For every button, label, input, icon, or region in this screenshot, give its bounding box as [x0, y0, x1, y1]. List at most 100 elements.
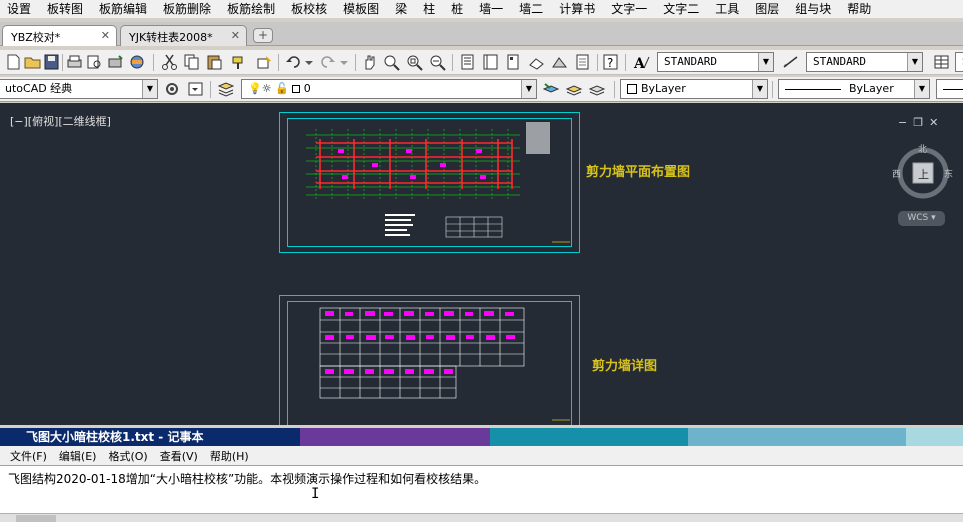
new-file-icon[interactable]	[4, 53, 23, 71]
markup-icon[interactable]	[550, 53, 569, 71]
wall-details-drawing	[319, 307, 570, 421]
menu-item[interactable]: 文字二	[656, 0, 708, 18]
sheet-title-wall-details: 剪力墙详图	[592, 359, 658, 374]
menu-item[interactable]: 图层	[748, 0, 788, 18]
table-style-icon[interactable]	[932, 53, 951, 71]
menu-item[interactable]: 板筋删除	[156, 0, 220, 18]
layer-properties-icon[interactable]	[217, 80, 236, 98]
zoom-previous-icon[interactable]	[428, 53, 447, 71]
menu-item[interactable]: 计算书	[552, 0, 604, 18]
viewport-label[interactable]: [−][俯视][二维线框]	[10, 113, 111, 129]
copy-icon[interactable]	[182, 53, 201, 71]
horizontal-scrollbar[interactable]	[0, 513, 963, 522]
match-properties-icon[interactable]	[230, 53, 249, 71]
color-swatch	[627, 84, 637, 94]
layer-states-icon[interactable]	[588, 80, 607, 98]
menu-item[interactable]: 板筋绘制	[220, 0, 284, 18]
undo-dropdown-icon[interactable]	[300, 53, 319, 71]
close-icon[interactable]: ✕	[231, 29, 240, 42]
zoom-window-icon[interactable]	[405, 53, 424, 71]
tab-label: YBZ校对*	[11, 31, 61, 44]
zoom-realtime-icon[interactable]	[382, 53, 401, 71]
notepad-content[interactable]: 飞图结构2020-01-18增加“大小暗柱校核”功能。本视频演示操作过程和如何看…	[8, 470, 486, 487]
notepad-menu-item[interactable]: 帮助(H)	[210, 448, 249, 464]
save-icon[interactable]	[42, 53, 61, 71]
paste-icon[interactable]	[205, 53, 224, 71]
table-style-select[interactable]: S	[955, 52, 963, 72]
workspace-select[interactable]: utoCAD 经典 ▼	[0, 79, 158, 99]
tool-palettes-icon[interactable]	[504, 53, 523, 71]
minimize-icon[interactable]: −	[898, 116, 907, 129]
notepad-menu-item[interactable]: 查看(V)	[160, 448, 198, 464]
menu-item[interactable]: 柱	[416, 0, 444, 18]
color-select[interactable]: ByLayer ▼	[620, 79, 768, 99]
tab-ybz-check[interactable]: YBZ校对* ✕	[2, 25, 117, 46]
menu-item[interactable]: 文字一	[604, 0, 656, 18]
menu-item[interactable]: 模板图	[336, 0, 388, 18]
menu-bar: 设置 板转图 板筋编辑 板筋删除 板筋绘制 板校核 模板图梁柱桩墙一 墙二 计算书 文字一 文字二工…	[0, 0, 963, 18]
scroll-thumb[interactable]	[16, 515, 56, 522]
notepad-menu-item[interactable]: 格式(O)	[108, 448, 147, 464]
svg-text:A: A	[633, 56, 646, 71]
menu-item[interactable]: 组与块	[788, 0, 840, 18]
notepad-menu-item[interactable]: 文件(F)	[10, 448, 47, 464]
menu-item[interactable]: 桩	[444, 0, 472, 18]
block-editor-icon[interactable]	[255, 53, 274, 71]
workspace-dropdown-icon[interactable]	[186, 80, 205, 98]
help-icon[interactable]: ?	[601, 53, 620, 71]
menu-item[interactable]: 墙一	[472, 0, 512, 18]
compass-west[interactable]: 西	[892, 167, 901, 180]
compass-east[interactable]: 东	[944, 167, 953, 180]
viewcube[interactable]: 北 西 东 上	[892, 142, 953, 203]
notepad-text-area[interactable]: 飞图结构2020-01-18增加“大小暗柱校核”功能。本视频演示操作过程和如何看…	[0, 465, 963, 513]
linetype-select[interactable]: ByLayer ▼	[778, 79, 930, 99]
dimension-style-icon[interactable]	[782, 53, 801, 71]
notepad-menu-bar: 文件(F) 编辑(E) 格式(O) 查看(V) 帮助(H)	[0, 446, 963, 465]
print-preview-icon[interactable]	[85, 53, 104, 71]
standard-toolbar: ? A STANDARD▼ STANDARD▼ S	[0, 50, 963, 75]
menu-item[interactable]: 板校核	[284, 0, 336, 18]
workspace-settings-icon[interactable]	[163, 80, 182, 98]
make-object-layer-current-icon[interactable]	[542, 80, 561, 98]
tab-label: YJK转柱表2008*	[129, 31, 213, 44]
restore-icon[interactable]: ❐	[913, 116, 923, 129]
document-tab-bar: YBZ校对* ✕ YJK转柱表2008* ✕ +	[0, 22, 963, 46]
menu-item[interactable]: 设置	[0, 0, 40, 18]
viewcube-top-face[interactable]: 上	[918, 166, 929, 182]
menu-item[interactable]: 板筋编辑	[92, 0, 156, 18]
calculator-icon[interactable]	[573, 53, 592, 71]
notepad-menu-item[interactable]: 编辑(E)	[59, 448, 97, 464]
dimension-style-select[interactable]: STANDARD ▼	[806, 52, 923, 72]
menu-item[interactable]: 帮助	[840, 0, 880, 18]
redo-dropdown-icon[interactable]	[335, 53, 354, 71]
sheet-set-icon[interactable]	[527, 53, 546, 71]
new-tab-button[interactable]: +	[253, 28, 273, 43]
menu-item[interactable]: 板转图	[40, 0, 92, 18]
print-icon[interactable]	[65, 53, 84, 71]
plot-icon[interactable]	[106, 53, 125, 71]
menu-item[interactable]: 墙二	[512, 0, 552, 18]
wcs-menu[interactable]: WCS ▾	[898, 211, 945, 226]
pan-hand-icon[interactable]	[360, 53, 379, 71]
close-icon[interactable]: ✕	[101, 29, 110, 42]
tab-yjk-column-table[interactable]: YJK转柱表2008* ✕	[120, 25, 247, 46]
menu-item[interactable]: 工具	[708, 0, 748, 18]
close-icon[interactable]: ✕	[929, 116, 938, 129]
properties-icon[interactable]	[458, 53, 477, 71]
design-center-icon[interactable]	[481, 53, 500, 71]
compass-north[interactable]: 北	[918, 142, 927, 155]
lineweight-select[interactable]	[936, 79, 963, 99]
menu-item[interactable]: 梁	[388, 0, 416, 18]
layer-previous-icon[interactable]	[565, 80, 584, 98]
open-folder-icon[interactable]	[23, 53, 42, 71]
svg-text:?: ?	[607, 56, 613, 70]
layer-select[interactable]: 💡☼ 🔓 0 ▼	[241, 79, 537, 99]
drawing-canvas[interactable]: [−][俯视][二维线框] 剪力墙平面布置图 剪力墙详图 − ❐ ✕ 北 西 东…	[0, 103, 963, 425]
notepad-title-bar[interactable]: 飞图大小暗柱校核1.txt - 记事本	[0, 428, 963, 446]
publish-icon[interactable]	[128, 53, 147, 71]
text-style-select[interactable]: STANDARD ▼	[657, 52, 774, 72]
wall-plan-drawing	[306, 122, 570, 243]
sheet-frame-wall-plan	[279, 112, 580, 253]
text-style-icon[interactable]: A	[632, 53, 651, 72]
cut-icon[interactable]	[160, 53, 179, 71]
